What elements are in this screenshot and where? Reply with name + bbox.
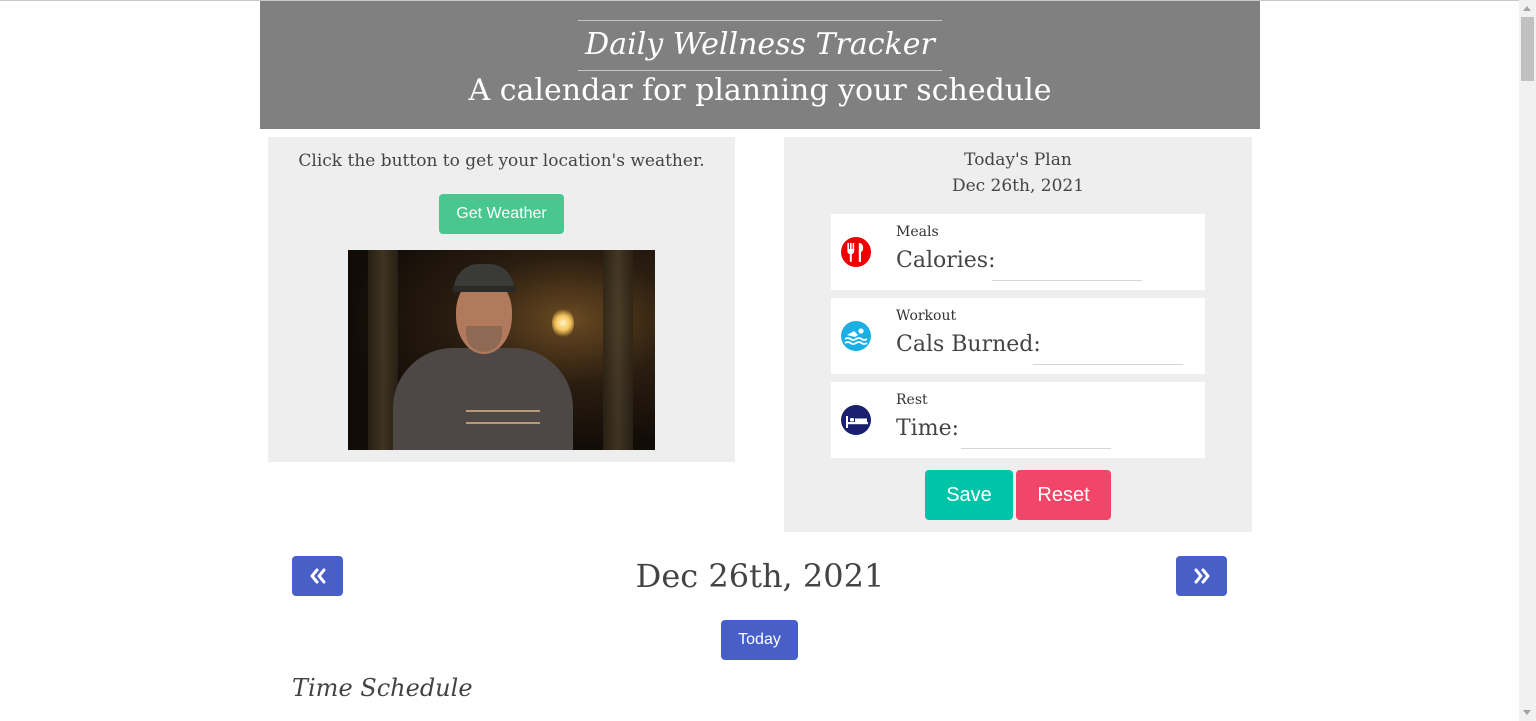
todays-plan-panel: Today's Plan Dec 26th, 2021 Meals Calori… [784, 137, 1252, 532]
meals-card: Meals Calories: [831, 214, 1205, 290]
cals-burned-input[interactable] [1033, 334, 1183, 365]
time-schedule-title: Time Schedule [292, 674, 473, 702]
weather-prompt: Click the button to get your location's … [298, 151, 705, 171]
page-subtitle: A calendar for planning your schedule [468, 73, 1052, 108]
double-chevron-right-icon [1194, 568, 1209, 584]
calories-input[interactable] [992, 250, 1142, 281]
next-day-button[interactable] [1176, 556, 1227, 596]
save-button[interactable]: Save [925, 470, 1013, 520]
today-button[interactable]: Today [721, 620, 798, 660]
utensils-icon [841, 237, 871, 267]
meals-category: Meals [896, 224, 939, 240]
page-scrollbar[interactable] [1519, 0, 1536, 721]
plan-heading: Today's Plan [964, 150, 1072, 170]
get-weather-button[interactable]: Get Weather [439, 194, 564, 234]
scroll-up-arrow-icon[interactable] [1523, 6, 1531, 11]
rest-card: Rest Time: [831, 382, 1205, 458]
time-label: Time: [896, 416, 960, 441]
calories-label: Calories: [896, 248, 996, 273]
workout-category: Workout [896, 308, 957, 324]
page-title: Daily Wellness Tracker [578, 20, 942, 71]
weather-panel: Click the button to get your location's … [268, 137, 735, 462]
bed-icon [841, 405, 871, 435]
current-date-display: Dec 26th, 2021 [635, 557, 885, 595]
plan-date: Dec 26th, 2021 [951, 176, 1085, 196]
scroll-down-arrow-icon[interactable] [1523, 710, 1531, 715]
reset-button[interactable]: Reset [1016, 470, 1111, 520]
rest-category: Rest [896, 392, 928, 408]
scrollbar-thumb[interactable] [1521, 17, 1534, 81]
swimmer-icon [841, 321, 871, 351]
weather-gif-image [348, 250, 655, 450]
time-input[interactable] [961, 418, 1111, 449]
workout-card: Workout Cals Burned: [831, 298, 1205, 374]
double-chevron-left-icon [310, 568, 325, 584]
previous-day-button[interactable] [292, 556, 343, 596]
page-header: Daily Wellness Tracker A calendar for pl… [260, 1, 1260, 129]
cals-burned-label: Cals Burned: [896, 332, 1041, 357]
